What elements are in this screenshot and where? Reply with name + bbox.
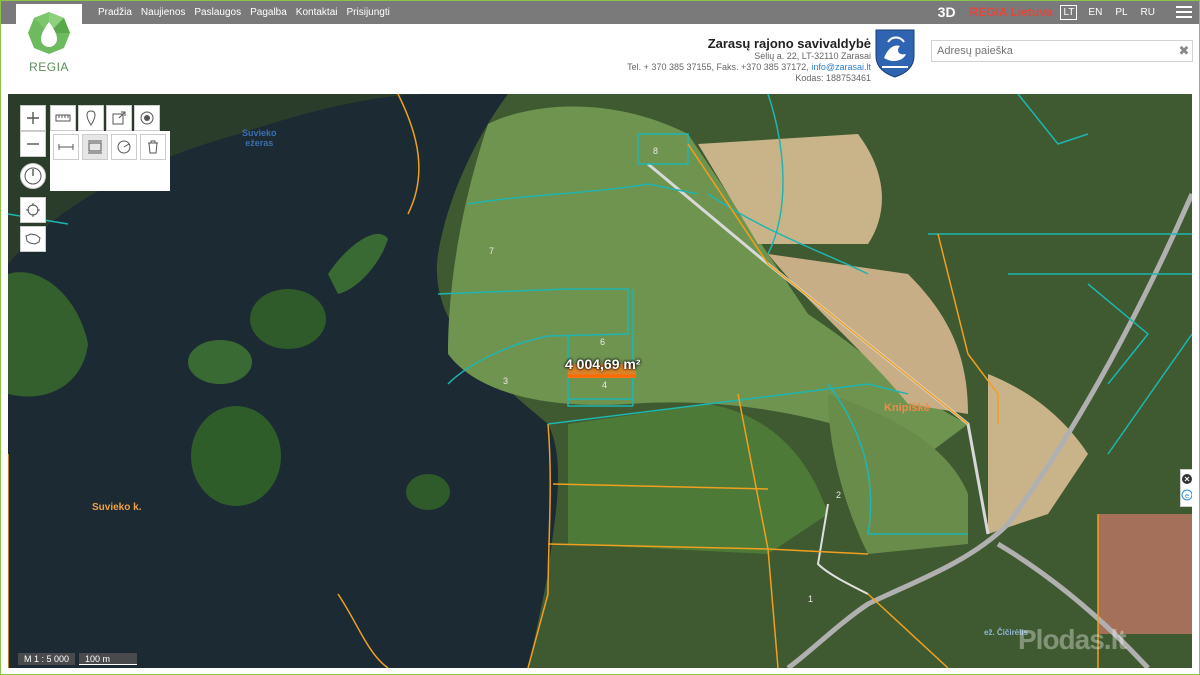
- watermark: Plodas.lt: [1018, 624, 1127, 655]
- measure-line-icon: [58, 144, 74, 150]
- measure-area-button[interactable]: [82, 134, 108, 160]
- delete-measurement-button[interactable]: [140, 134, 166, 160]
- nav-news[interactable]: Naujienos: [141, 7, 185, 18]
- lake-top-label-line1: Suvieko: [242, 128, 277, 138]
- lang-pl[interactable]: PL: [1113, 6, 1129, 19]
- marker-button[interactable]: [78, 105, 104, 131]
- trash-icon: [148, 140, 158, 154]
- measure-line-button[interactable]: [53, 134, 79, 160]
- zoom-in-button[interactable]: [20, 105, 46, 131]
- lithuania-extent-button[interactable]: [20, 226, 46, 252]
- parcel-number-6: 6: [600, 337, 606, 347]
- area-measurement-label: 4 004,69 m²: [565, 356, 641, 372]
- regia-logo[interactable]: REGIA: [16, 4, 82, 84]
- lang-lt[interactable]: LT: [1060, 4, 1078, 20]
- nav-login[interactable]: Prisijungti: [347, 7, 390, 18]
- ruler-icon: [55, 114, 71, 122]
- map-view[interactable]: Suvieko ežeras Suvieko k. Knipiškė ež. Č…: [8, 94, 1192, 668]
- nav-services[interactable]: Paslaugos: [194, 7, 241, 18]
- scale-ratio: M 1 : 5 000: [18, 653, 76, 665]
- share-button[interactable]: [106, 105, 132, 131]
- municipality-name: Zarasų rajono savivaldybė: [707, 36, 871, 51]
- municipality-address: Sėlių a. 22, LT-32110 Zarasai: [754, 51, 871, 61]
- address-search-input[interactable]: [931, 40, 1193, 62]
- map-scale-bar: M 1 : 5 000 100 m: [18, 653, 138, 665]
- parcel-number-2: 2: [836, 490, 842, 500]
- menu-icon[interactable]: [1172, 0, 1196, 24]
- minus-icon: [27, 143, 39, 145]
- lake-top-label-line2: ežeras: [245, 138, 274, 148]
- record-button[interactable]: [134, 105, 160, 131]
- top-right-controls: 3D REGIA Lietuva LT EN PL RU: [938, 0, 1200, 24]
- parcel-number-1: 1: [808, 594, 814, 604]
- close-and-info-icons: e: [1181, 474, 1192, 501]
- nav-help[interactable]: Pagalba: [250, 7, 287, 18]
- side-panel-toggle[interactable]: e: [1180, 469, 1192, 507]
- parcel-number-7: 7: [489, 246, 495, 256]
- parcel-number-4: 4: [602, 380, 608, 390]
- top-bar: Pradžia Naujienos Paslaugos Pagalba Kont…: [0, 0, 1200, 24]
- target-icon: [140, 111, 154, 125]
- locate-me-button[interactable]: [20, 197, 46, 223]
- nav-contacts[interactable]: Kontaktai: [296, 7, 338, 18]
- lake-main-label: Suvieko k.: [92, 502, 142, 513]
- lithuania-map-icon: [25, 233, 41, 245]
- measure-area-icon: [88, 140, 102, 154]
- lake-top-label: Suvieko ežeras: [242, 128, 277, 148]
- municipality-info: Zarasų rajono savivaldybė Sėlių a. 22, L…: [571, 36, 871, 84]
- municipality-email[interactable]: info@zarasai.lt: [811, 62, 871, 72]
- nav-home[interactable]: Pradžia: [98, 7, 132, 18]
- svg-text:e: e: [1185, 492, 1189, 500]
- parcel-number-3: 3: [503, 376, 509, 386]
- map-imagery[interactable]: [8, 94, 1192, 668]
- compass-icon: [24, 167, 42, 185]
- zoom-out-button[interactable]: [20, 131, 46, 157]
- measure-distance-button[interactable]: [50, 105, 76, 131]
- regia-lietuva-link[interactable]: REGIA Lietuva: [970, 5, 1053, 19]
- measure-radius-icon: [117, 140, 131, 154]
- regia-logo-icon: [28, 12, 70, 54]
- map-pin-icon: [86, 110, 96, 126]
- crosshair-icon: [26, 203, 40, 217]
- main-nav: Pradžia Naujienos Paslaugos Pagalba Kont…: [98, 0, 390, 24]
- parcel-number-8: 8: [653, 146, 659, 156]
- village-label: Knipiškė: [884, 402, 930, 414]
- scale-distance: 100 m: [79, 653, 138, 665]
- lang-ru[interactable]: RU: [1139, 6, 1157, 19]
- measure-radius-button[interactable]: [111, 134, 137, 160]
- municipality-contacts: Tel. + 370 385 37155, Faks. +370 385 371…: [571, 62, 871, 73]
- coat-of-arms-icon: [875, 29, 915, 78]
- 3d-button[interactable]: 3D: [938, 4, 956, 20]
- plus-icon: [27, 112, 39, 124]
- municipality-code: Kodas: 188753461: [795, 73, 871, 83]
- compass-button[interactable]: [20, 163, 46, 189]
- logo-text: REGIA: [29, 60, 69, 74]
- municipality-phone: Tel. + 370 385 37155, Faks. +370 385 371…: [627, 62, 812, 72]
- lang-en[interactable]: EN: [1086, 6, 1104, 19]
- share-icon: [112, 111, 126, 125]
- clear-search-icon[interactable]: ✖: [1176, 41, 1192, 61]
